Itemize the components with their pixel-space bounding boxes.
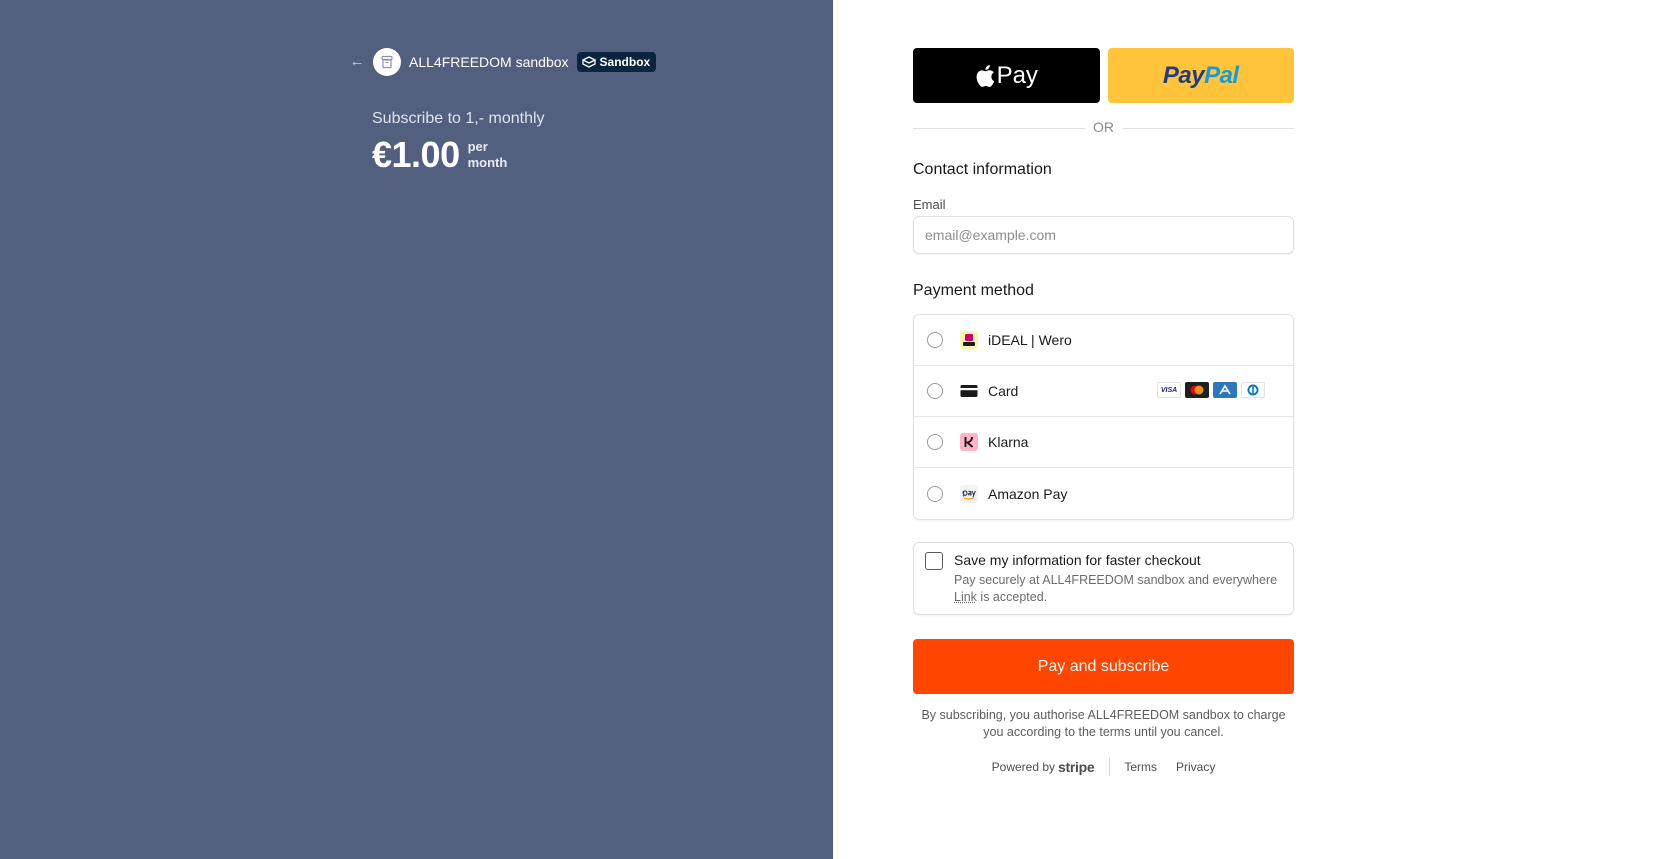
save-info-desc-suffix: is accepted.	[976, 590, 1048, 604]
ideal-icon	[960, 331, 978, 349]
payment-method-label: Card	[988, 383, 1019, 399]
amazon-pay-icon	[960, 484, 978, 503]
paypal-logo-pay: Pay	[1162, 61, 1205, 89]
email-input[interactable]	[913, 216, 1294, 254]
subscription-legal-text: By subscribing, you authorise ALL4FREEDO…	[921, 708, 1286, 739]
apple-logo-icon	[976, 64, 994, 87]
save-info-box: Save my information for faster checkout …	[913, 542, 1294, 615]
price-period: per month	[468, 139, 508, 171]
footer-divider	[1109, 758, 1111, 776]
apple-pay-button[interactable]: Pay	[913, 48, 1100, 103]
radio-card[interactable]	[927, 383, 943, 399]
amex-icon	[1213, 382, 1237, 398]
price-period-per: per	[467, 139, 488, 154]
or-divider: OR	[913, 119, 1294, 139]
paypal-logo-pal: Pal	[1204, 61, 1239, 89]
payment-method-label: iDEAL | Wero	[988, 332, 1072, 348]
sandbox-badge-label: Sandbox	[599, 55, 651, 69]
payment-method-card[interactable]: Card VISA	[914, 366, 1293, 417]
visa-icon: VISA	[1157, 382, 1181, 398]
payment-method-ideal[interactable]: iDEAL | Wero	[914, 315, 1293, 366]
payment-method-list: iDEAL | Wero Card VISA Klarna Amazon Pay	[913, 314, 1294, 520]
save-info-desc-prefix: Pay securely at ALL4FREEDOM sandbox and …	[954, 573, 1278, 587]
checkout-form: Pay PayPal OR Contact information Email …	[913, 48, 1294, 777]
radio-amazon-pay[interactable]	[927, 485, 943, 502]
privacy-link[interactable]: Privacy	[1176, 760, 1215, 774]
payment-method-label: Amazon Pay	[988, 485, 1068, 502]
store-icon	[381, 55, 393, 69]
product-name: Subscribe to 1,- monthly	[372, 110, 545, 127]
payment-method-amazon-pay[interactable]: Amazon Pay	[914, 468, 1293, 519]
sandbox-box-icon	[581, 56, 596, 68]
powered-by-label: Powered by	[991, 760, 1056, 774]
price-row: €1.00 per month	[372, 134, 507, 176]
radio-klarna[interactable]	[927, 434, 943, 450]
radio-ideal[interactable]	[927, 332, 943, 348]
sandbox-badge: Sandbox	[576, 52, 657, 72]
pay-and-subscribe-button[interactable]: Pay and subscribe	[913, 639, 1294, 694]
payment-method-title: Payment method	[913, 282, 1034, 299]
email-label: Email	[913, 197, 946, 212]
back-arrow-icon[interactable]: ←	[349, 54, 365, 70]
klarna-icon	[960, 433, 978, 451]
merchant-name[interactable]: ALL4FREEDOM sandbox	[409, 54, 569, 70]
contact-title: Contact information	[913, 161, 1052, 178]
paypal-button[interactable]: PayPal	[1107, 48, 1294, 103]
merchant-logo	[373, 48, 401, 76]
apple-pay-label: Pay	[996, 61, 1038, 89]
diners-icon	[1241, 382, 1265, 398]
link-info-link[interactable]: Link	[954, 590, 977, 604]
save-info-checkbox[interactable]	[925, 552, 943, 570]
mastercard-icon	[1185, 382, 1209, 398]
payment-method-klarna[interactable]: Klarna	[914, 417, 1293, 468]
price-amount: €1.00	[372, 134, 460, 175]
order-summary-panel: ← ALL4FREEDOM sandbox Sandbox Subscribe …	[0, 0, 833, 859]
or-divider-label: OR	[1085, 119, 1122, 135]
card-brands: VISA	[1157, 382, 1265, 398]
price-period-month: month	[467, 155, 508, 170]
paypal-logo: PayPal	[1163, 62, 1239, 90]
terms-link[interactable]: Terms	[1124, 760, 1157, 774]
stripe-footer: Powered by stripe Terms Privacy	[913, 757, 1294, 777]
save-info-description: Pay securely at ALL4FREEDOM sandbox and …	[954, 572, 1277, 606]
payment-method-label: Klarna	[988, 434, 1029, 450]
express-checkout: Pay PayPal	[913, 48, 1294, 103]
card-icon	[960, 382, 978, 400]
merchant-header: ← ALL4FREEDOM sandbox Sandbox	[349, 48, 657, 76]
save-info-title: Save my information for faster checkout	[954, 552, 1201, 568]
save-info-text: Save my information for faster checkout …	[954, 551, 1277, 606]
stripe-logo[interactable]: stripe	[1058, 759, 1095, 775]
